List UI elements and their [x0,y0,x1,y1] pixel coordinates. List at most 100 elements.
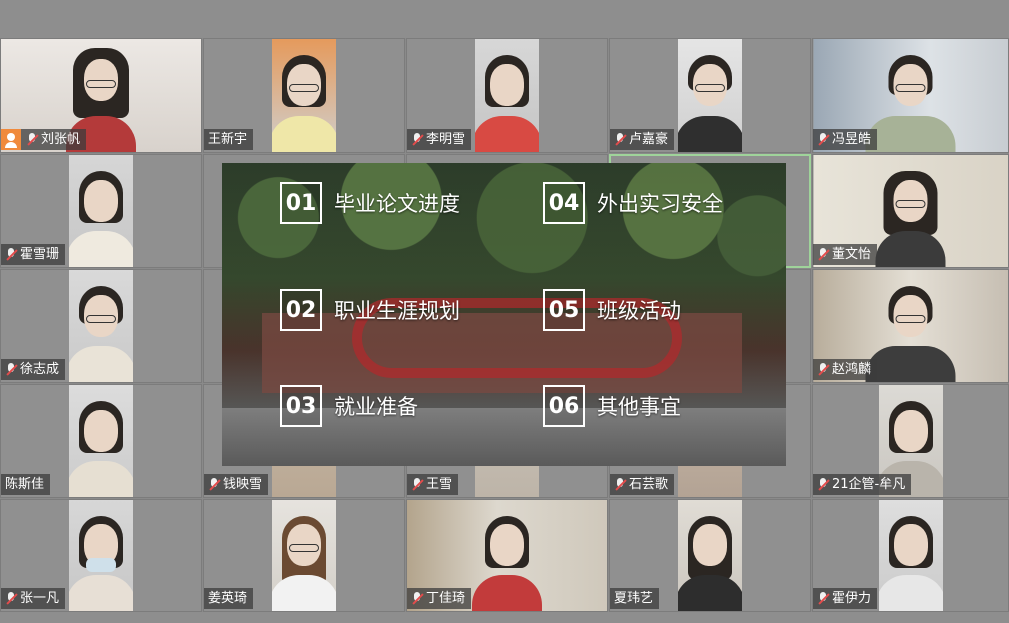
agenda-text: 就业准备 [334,395,418,419]
participant-video [272,39,336,152]
participant-name: 陈斯佳 [5,477,45,492]
participant-tile[interactable]: 夏玮艺 [609,499,811,612]
agenda-text: 职业生涯规划 [334,299,460,323]
participant-tile[interactable]: 霍雪珊 [0,154,202,268]
agenda-number: 01 [280,182,322,224]
mic-muted-icon [411,132,423,147]
participant-tile[interactable]: 王新宇 [203,38,405,153]
agenda-number: 06 [543,385,585,427]
mic-muted-icon [817,132,829,147]
name-tag: 陈斯佳 [1,474,51,495]
name-tag: 丁佳琦 [407,588,472,609]
participant-name: 霍伊力 [832,591,872,606]
bottom-bar [0,612,1009,623]
mic-muted-icon [817,477,829,492]
mic-muted-icon [817,362,829,377]
participant-name: 李明雪 [426,132,466,147]
participant-name: 冯昱皓 [832,132,872,147]
participant-tile[interactable]: 刘张帆 [0,38,202,153]
participant-video [678,39,742,152]
agenda-text: 班级活动 [597,299,681,323]
name-tag: 姜英琦 [204,588,254,609]
agenda-item: 05 班级活动 [543,289,681,331]
name-tag: 钱映雪 [204,474,269,495]
participant-video [69,500,133,611]
agenda-number: 04 [543,182,585,224]
name-tag: 霍伊力 [813,588,878,609]
agenda-text: 其他事宜 [597,395,681,419]
participant-tile[interactable]: 霍伊力 [812,499,1009,612]
name-tag: 赵鸿麟 [813,359,878,380]
participant-video [878,500,943,611]
participant-tile[interactable]: 徐志成 [0,269,202,383]
mic-muted-icon [614,477,626,492]
agenda-item: 02 职业生涯规划 [280,289,460,331]
name-tag: 石芸歌 [610,474,675,495]
mic-muted-icon [817,591,829,606]
name-tag: 夏玮艺 [610,588,660,609]
name-tag: 徐志成 [1,359,66,380]
mic-muted-icon [26,132,38,147]
name-tag: 王新宇 [204,129,254,150]
participant-name: 王新宇 [208,132,248,147]
participant-video [475,39,539,152]
participant-name: 王雪 [426,477,453,492]
agenda-item: 01 毕业论文进度 [280,182,460,224]
mic-muted-icon [5,247,17,262]
name-tag: 冯昱皓 [813,129,878,150]
participant-name: 霍雪珊 [20,247,60,262]
participant-video [69,155,133,267]
participant-name: 夏玮艺 [614,591,654,606]
participant-name: 丁佳琦 [426,591,466,606]
participant-name: 刘张帆 [41,132,81,147]
participant-name: 钱映雪 [223,477,263,492]
participant-name: 徐志成 [20,362,60,377]
name-tag: 霍雪珊 [1,244,66,265]
participant-name: 姜英琦 [208,591,248,606]
participant-tile[interactable]: 卢嘉豪 [609,38,811,153]
participant-tile[interactable]: 董文怡 [812,154,1009,268]
agenda-item: 03 就业准备 [280,385,418,427]
agenda-text: 毕业论文进度 [334,192,460,216]
mic-muted-icon [5,362,17,377]
agenda-number: 03 [280,385,322,427]
participant-tile[interactable]: 21企管-牟凡 [812,384,1009,498]
mic-muted-icon [411,591,423,606]
name-tag: 21企管-牟凡 [813,474,912,495]
name-tag: 卢嘉豪 [610,129,675,150]
participant-tile[interactable]: 冯昱皓 [812,38,1009,153]
name-tag: 刘张帆 [1,129,87,150]
participant-name: 21企管-牟凡 [832,477,906,492]
agenda-item: 06 其他事宜 [543,385,681,427]
mic-muted-icon [208,477,220,492]
participant-tile[interactable]: 陈斯佳 [0,384,202,498]
host-avatar-icon [1,129,21,150]
participant-video [272,500,336,611]
participant-video [69,270,133,382]
name-tag: 李明雪 [407,129,472,150]
participant-tile[interactable]: 赵鸿麟 [812,269,1009,383]
agenda-number: 02 [280,289,322,331]
participant-name: 卢嘉豪 [629,132,669,147]
name-tag: 董文怡 [813,244,878,265]
mic-muted-icon [411,477,423,492]
mic-muted-icon [5,591,17,606]
agenda-text: 外出实习安全 [597,192,723,216]
participant-name: 赵鸿麟 [832,362,872,377]
participant-video [69,385,133,497]
agenda-number: 05 [543,289,585,331]
participant-tile[interactable]: 张一凡 [0,499,202,612]
shared-slide: 01 毕业论文进度 02 职业生涯规划 03 就业准备 04 外出实习安全 05… [222,163,786,466]
mic-muted-icon [817,247,829,262]
participant-tile[interactable]: 李明雪 [406,38,608,153]
participant-tile[interactable]: 丁佳琦 [406,499,608,612]
mic-muted-icon [614,132,626,147]
participant-video [678,500,742,611]
participant-name: 董文怡 [832,247,872,262]
name-tag: 张一凡 [1,588,66,609]
top-bar [0,0,1009,38]
agenda-item: 04 外出实习安全 [543,182,723,224]
name-tag: 王雪 [407,474,459,495]
participant-name: 石芸歌 [629,477,669,492]
participant-tile[interactable]: 姜英琦 [203,499,405,612]
